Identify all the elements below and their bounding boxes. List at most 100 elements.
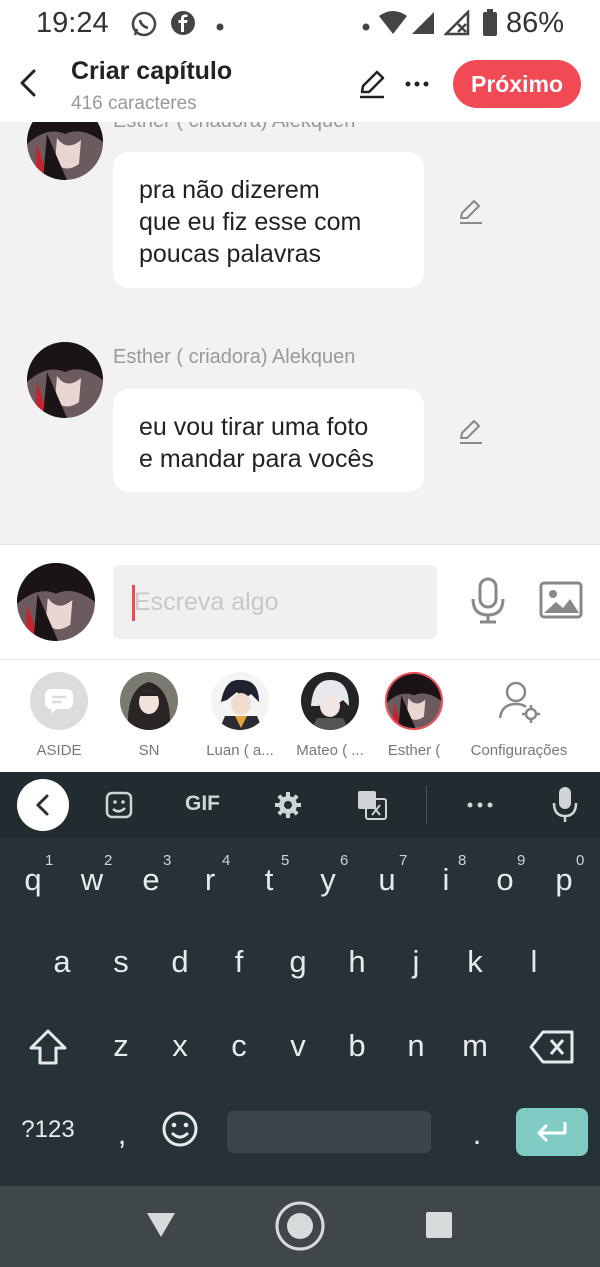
- key-s[interactable]: s: [93, 944, 149, 980]
- character-esther[interactable]: Esther (: [369, 672, 459, 759]
- sticker-icon[interactable]: [104, 790, 134, 825]
- message-author: Esther ( criadora) Alekquen: [113, 346, 356, 368]
- backspace-icon: [529, 1030, 574, 1064]
- chat-area[interactable]: Esther ( criadora) Alekquen pra não dize…: [0, 122, 600, 544]
- page-title: Criar capítulo: [71, 57, 233, 85]
- key-g[interactable]: g: [270, 944, 326, 980]
- message-input[interactable]: Escreva algo: [113, 565, 437, 639]
- more-options-icon[interactable]: [404, 68, 432, 105]
- aside-icon: [30, 672, 88, 730]
- back-nav-icon[interactable]: [146, 1212, 176, 1243]
- message-line: poucas palavras: [139, 240, 322, 268]
- shift-icon: [29, 1029, 67, 1065]
- key-w[interactable]: w2: [64, 852, 120, 898]
- keyboard: q1 w2 e3 r4 t5 y6 u7 i8 o9 p0 a s d f g …: [0, 838, 600, 1186]
- text-caret: [132, 585, 135, 621]
- character-label: Configurações: [470, 742, 568, 759]
- facebook-icon: [170, 10, 196, 41]
- key-p[interactable]: p0: [536, 852, 592, 898]
- key-o[interactable]: o9: [477, 852, 533, 898]
- message-bubble[interactable]: pra não dizerem que eu fiz esse com pouc…: [113, 152, 424, 288]
- key-q[interactable]: q1: [5, 852, 61, 898]
- key-k[interactable]: k: [447, 944, 503, 980]
- emoji-key[interactable]: [152, 1110, 208, 1156]
- avatar: [211, 672, 269, 730]
- backspace-key[interactable]: [524, 1030, 580, 1072]
- character-sn[interactable]: SN: [104, 672, 194, 759]
- key-h[interactable]: h: [329, 944, 385, 980]
- image-icon[interactable]: [539, 581, 583, 624]
- status-bar: 19:24 86%: [0, 0, 600, 48]
- character-aside[interactable]: ASIDE: [14, 672, 104, 759]
- edit-message-icon[interactable]: [457, 418, 485, 451]
- message-line: eu vou tirar uma foto: [139, 413, 369, 441]
- key-t[interactable]: t5: [241, 852, 297, 898]
- character-luan[interactable]: Luan ( a...: [195, 672, 285, 759]
- character-settings[interactable]: Configurações: [464, 672, 574, 759]
- key-r[interactable]: r4: [182, 852, 238, 898]
- gif-button[interactable]: GIF: [185, 792, 220, 816]
- wifi-icon: [378, 10, 408, 41]
- key-j[interactable]: j: [388, 944, 444, 980]
- key-number-hint: 3: [163, 852, 172, 869]
- voice-input-icon[interactable]: [551, 786, 579, 829]
- signal-icon: [410, 10, 436, 41]
- key-z[interactable]: z: [93, 1028, 149, 1064]
- battery-percent: 86%: [506, 7, 565, 39]
- character-label: Luan ( a...: [206, 742, 274, 759]
- key-u[interactable]: u7: [359, 852, 415, 898]
- shift-key[interactable]: [20, 1028, 76, 1074]
- character-mateo[interactable]: Mateo ( ...: [285, 672, 375, 759]
- key-a[interactable]: a: [34, 944, 90, 980]
- symbols-key[interactable]: ?123: [14, 1116, 82, 1144]
- character-label: Esther (: [387, 742, 441, 759]
- avatar: [120, 672, 178, 730]
- home-nav-icon[interactable]: [274, 1200, 326, 1257]
- input-placeholder: Escreva algo: [134, 587, 279, 616]
- key-l[interactable]: l: [506, 944, 562, 980]
- key-number-hint: 6: [340, 852, 349, 869]
- key-m[interactable]: m: [447, 1028, 503, 1064]
- next-button[interactable]: Próximo: [453, 60, 581, 108]
- microphone-icon[interactable]: [468, 577, 508, 630]
- spacebar[interactable]: [227, 1111, 431, 1153]
- translate-icon[interactable]: [356, 789, 388, 826]
- key-b[interactable]: b: [329, 1028, 385, 1064]
- signal-icon: [442, 8, 470, 41]
- battery-icon: [482, 9, 498, 42]
- top-app-bar: Criar capítulo 416 caracteres Próximo: [0, 48, 600, 122]
- more-options-icon[interactable]: [466, 798, 494, 816]
- key-i[interactable]: i8: [418, 852, 474, 898]
- message-bubble[interactable]: eu vou tirar uma foto e mandar para você…: [113, 389, 424, 492]
- key-x[interactable]: x: [152, 1028, 208, 1064]
- key-d[interactable]: d: [152, 944, 208, 980]
- enter-key[interactable]: [516, 1108, 588, 1156]
- pencil-icon[interactable]: [356, 68, 388, 105]
- message-line: que eu fiz esse com: [139, 208, 362, 236]
- key-number-hint: 2: [104, 852, 113, 869]
- key-c[interactable]: c: [211, 1028, 267, 1064]
- system-nav-bar: [0, 1186, 600, 1267]
- key-comma[interactable]: ,: [94, 1116, 150, 1152]
- message-author: Esther ( criadora) Alekquen: [113, 122, 355, 133]
- key-number-hint: 5: [281, 852, 290, 869]
- status-time: 19:24: [36, 7, 109, 39]
- edit-message-icon[interactable]: [457, 198, 485, 231]
- recents-nav-icon[interactable]: [426, 1212, 452, 1243]
- avatar[interactable]: [27, 342, 103, 418]
- key-v[interactable]: v: [270, 1028, 326, 1064]
- character-count: 416 caracteres: [71, 93, 197, 114]
- collapse-toolbar-button[interactable]: [17, 779, 69, 831]
- key-y[interactable]: y6: [300, 852, 356, 898]
- key-f[interactable]: f: [211, 944, 267, 980]
- key-period[interactable]: .: [449, 1116, 505, 1152]
- avatar[interactable]: [27, 122, 103, 180]
- key-number-hint: 9: [517, 852, 526, 869]
- avatar[interactable]: [17, 563, 95, 641]
- avatar: [301, 672, 359, 730]
- key-n[interactable]: n: [388, 1028, 444, 1064]
- keyboard-toolbar: GIF: [0, 772, 600, 838]
- key-e[interactable]: e3: [123, 852, 179, 898]
- settings-gear-icon[interactable]: [273, 790, 303, 825]
- back-arrow-icon[interactable]: [14, 66, 42, 105]
